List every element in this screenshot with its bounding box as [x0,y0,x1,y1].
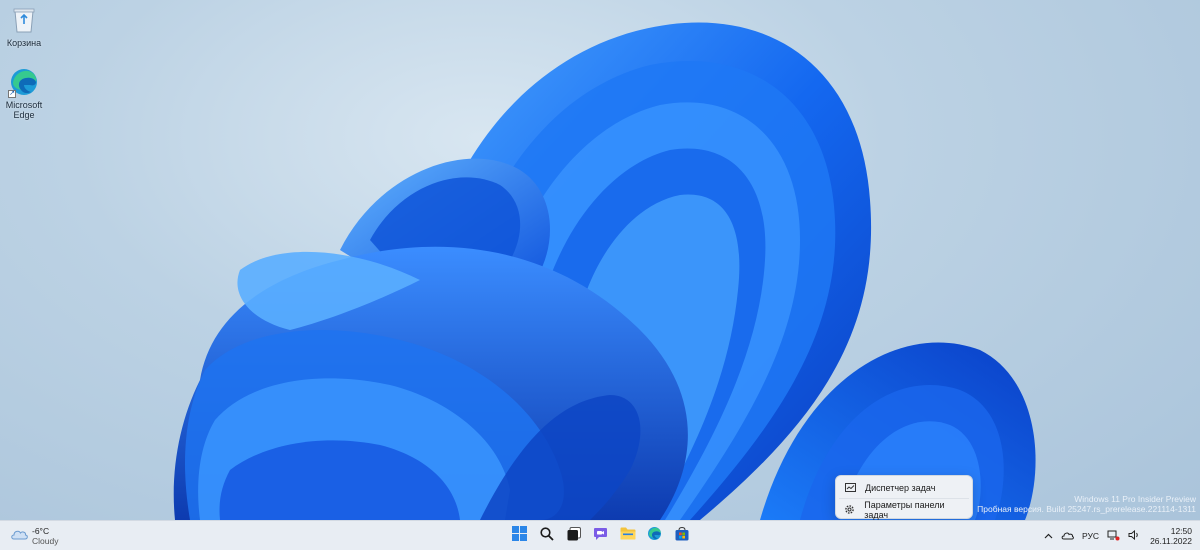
weather-temperature: -6°C [32,526,50,536]
start-button[interactable] [506,525,533,547]
menu-item-label: Диспетчер задач [865,482,936,493]
task-view-icon [567,526,581,546]
weather-condition: Cloudy [32,536,59,546]
recycle-bin-icon [8,4,40,36]
windows-start-icon [512,526,527,546]
gear-icon [843,504,856,515]
taskbar-context-menu: Диспетчер задач Параметры панели задач [835,475,973,520]
clock-time: 12:50 [1170,526,1192,536]
edge-icon: ↗ [8,66,40,98]
menu-item-taskbar-settings[interactable]: Параметры панели задач [839,499,969,520]
menu-item-task-manager[interactable]: Диспетчер задач [839,478,969,497]
desktop-icon-edge[interactable]: ↗ Microsoft Edge [0,66,48,120]
file-explorer-button[interactable] [614,525,641,547]
show-hidden-icons-button[interactable] [1040,525,1057,547]
search-icon [539,526,554,546]
weather-widget[interactable]: -6°C Cloudy [10,526,58,546]
network-button[interactable] [1103,525,1124,547]
edge-icon [647,526,662,546]
onedrive-cloud-icon [1061,531,1074,542]
clock-button[interactable]: 12:50 26.11.2022 [1144,526,1200,546]
speaker-icon [1128,529,1140,542]
desktop-icon-label: Microsoft Edge [5,100,43,120]
folder-icon [620,527,636,545]
taskbar-apps [506,525,695,547]
watermark-line-2: Пробная версия. Build 25247.rs_prereleas… [977,504,1196,514]
cloud-icon [10,527,28,545]
taskbar: -6°C Cloudy РУС 12:50 26.11.2022 [0,520,1200,550]
desktop-icon-recycle-bin[interactable]: Корзина [0,4,48,48]
desktop: Корзина ↗ Microsoft Edge Windows 11 Pro … [0,0,1200,520]
chevron-up-icon [1044,531,1053,541]
store-button[interactable] [668,525,695,547]
onedrive-button[interactable] [1057,525,1078,547]
task-view-button[interactable] [560,525,587,547]
watermark-line-1: Windows 11 Pro Insider Preview [1074,494,1196,504]
wallpaper [173,22,1036,520]
chat-icon [593,526,608,546]
store-icon [675,526,689,546]
menu-item-label: Параметры панели задач [864,499,945,520]
input-language-button[interactable]: РУС [1078,525,1103,547]
network-icon [1107,530,1120,543]
clock-date: 26.11.2022 [1150,536,1192,546]
volume-button[interactable] [1124,525,1144,547]
insider-watermark: Windows 11 Pro Insider Preview Пробная в… [977,494,1196,514]
desktop-icon-label: Корзина [6,38,42,48]
system-tray: РУС 12:50 26.11.2022 [1040,521,1200,550]
chat-button[interactable] [587,525,614,547]
search-button[interactable] [533,525,560,547]
edge-taskbar-button[interactable] [641,525,668,547]
task-manager-icon [843,483,857,492]
